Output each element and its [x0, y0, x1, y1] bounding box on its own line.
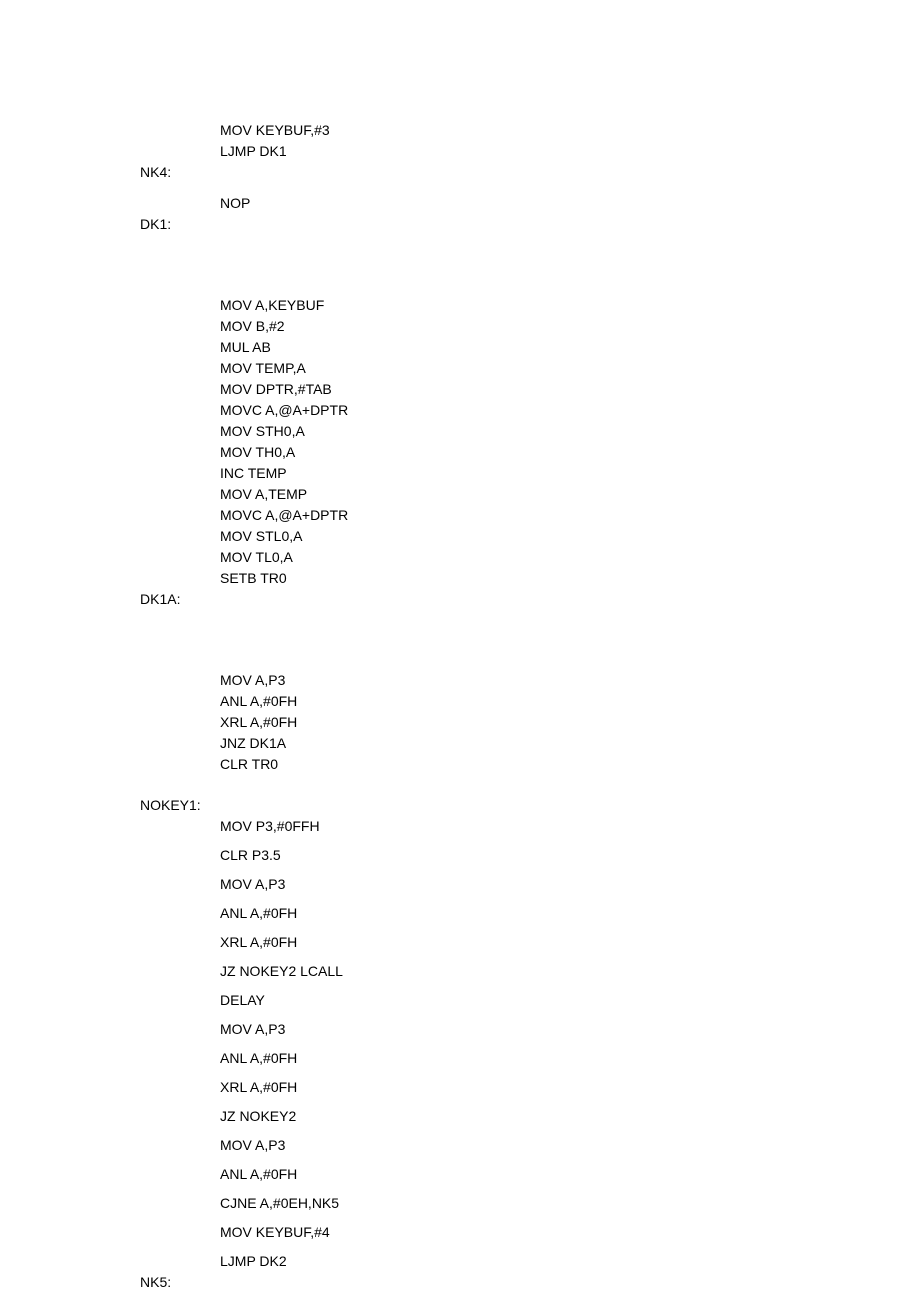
- spacer: [140, 1098, 920, 1106]
- code-instruction: NOP: [220, 193, 920, 214]
- spacer: [140, 982, 920, 990]
- spacer: [140, 924, 920, 932]
- code-instruction: MOV KEYBUF,#4: [220, 1222, 920, 1243]
- code-instruction: MOV DPTR,#TAB: [220, 379, 920, 400]
- spacer: [140, 1156, 920, 1164]
- code-instruction: LJMP DK1: [220, 141, 920, 162]
- code-instruction: CJNE A,#0EH,NK5: [220, 1193, 920, 1214]
- spacer: [140, 775, 920, 795]
- spacer: [140, 610, 920, 670]
- spacer: [140, 235, 920, 295]
- code-instruction: MOVC A,@A+DPTR: [220, 505, 920, 526]
- spacer: [140, 1069, 920, 1077]
- code-instruction: XRL A,#0FH: [220, 1077, 920, 1098]
- code-instruction: JZ NOKEY2: [220, 1106, 920, 1127]
- code-instruction: MOV A,P3: [220, 670, 920, 691]
- spacer: [140, 953, 920, 961]
- spacer: [140, 183, 920, 193]
- code-instruction: LJMP DK2: [220, 1251, 920, 1272]
- code-instruction: CLR P3.5: [220, 845, 920, 866]
- code-instruction: ANL A,#0FH: [220, 691, 920, 712]
- code-label: NOKEY1:: [140, 795, 920, 816]
- code-instruction: MOV TL0,A: [220, 547, 920, 568]
- code-instruction: ANL A,#0FH: [220, 903, 920, 924]
- code-instruction: MOV A,TEMP: [220, 484, 920, 505]
- assembly-code-listing: MOV KEYBUF,#3LJMP DK1NK4: NOPDK1: MOV A,KE…: [140, 120, 920, 1293]
- spacer: [140, 1243, 920, 1251]
- code-instruction: MOV P3,#0FFH: [220, 816, 920, 837]
- code-instruction: DELAY: [220, 990, 920, 1011]
- code-instruction: MOV A,KEYBUF: [220, 295, 920, 316]
- code-instruction: MOV B,#2: [220, 316, 920, 337]
- spacer: [140, 837, 920, 845]
- code-instruction: XRL A,#0FH: [220, 932, 920, 953]
- code-instruction: MOVC A,@A+DPTR: [220, 400, 920, 421]
- code-instruction: ANL A,#0FH: [220, 1048, 920, 1069]
- code-instruction: CLR TR0: [220, 754, 920, 775]
- code-instruction: MOV A,P3: [220, 1019, 920, 1040]
- spacer: [140, 1011, 920, 1019]
- code-label: DK1A:: [140, 589, 920, 610]
- code-label: NK5:: [140, 1272, 920, 1293]
- spacer: [140, 1214, 920, 1222]
- code-instruction: MUL AB: [220, 337, 920, 358]
- spacer: [140, 895, 920, 903]
- code-instruction: SETB TR0: [220, 568, 920, 589]
- code-instruction: XRL A,#0FH: [220, 712, 920, 733]
- code-label: DK1:: [140, 214, 920, 235]
- code-instruction: MOV A,P3: [220, 874, 920, 895]
- code-instruction: MOV KEYBUF,#3: [220, 120, 920, 141]
- spacer: [140, 1040, 920, 1048]
- spacer: [140, 866, 920, 874]
- code-instruction: INC TEMP: [220, 463, 920, 484]
- spacer: [140, 1185, 920, 1193]
- code-instruction: ANL A,#0FH: [220, 1164, 920, 1185]
- code-instruction: MOV STL0,A: [220, 526, 920, 547]
- code-instruction: MOV A,P3: [220, 1135, 920, 1156]
- code-instruction: JNZ DK1A: [220, 733, 920, 754]
- code-instruction: MOV TH0,A: [220, 442, 920, 463]
- code-instruction: MOV STH0,A: [220, 421, 920, 442]
- code-instruction: JZ NOKEY2 LCALL: [220, 961, 920, 982]
- spacer: [140, 1127, 920, 1135]
- code-label: NK4:: [140, 162, 920, 183]
- code-instruction: MOV TEMP,A: [220, 358, 920, 379]
